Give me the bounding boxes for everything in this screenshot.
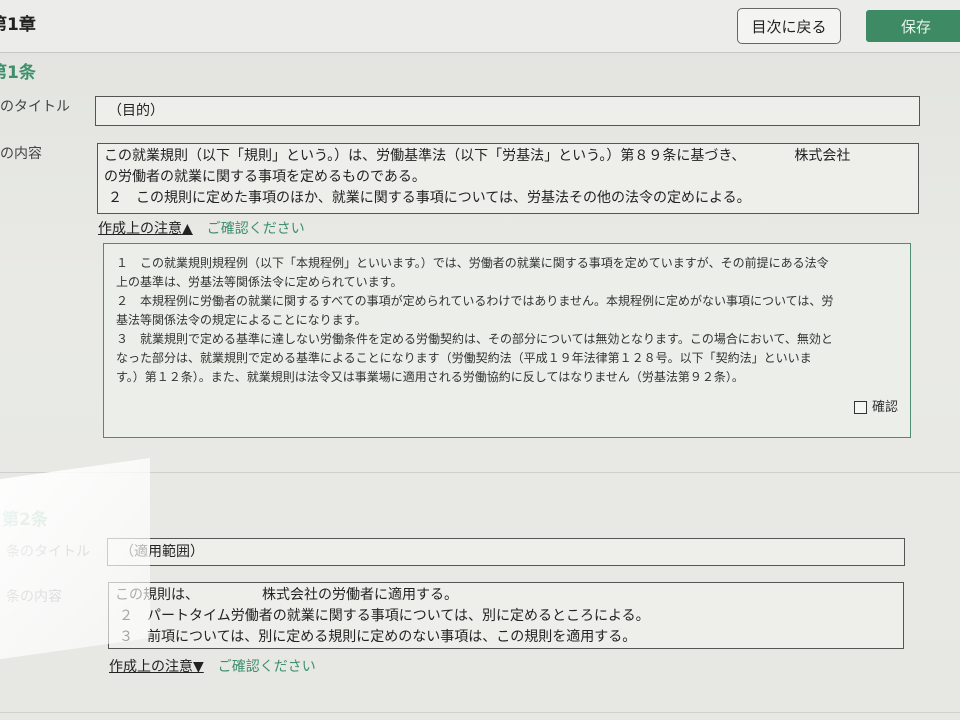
article-2-notes-toggle[interactable]: 作成上の注意▼ [109,656,204,676]
article-2-title-label: 条のタイトル [6,544,90,560]
back-to-toc-button[interactable]: 目次に戻る [737,8,841,44]
chapter-title: 第1章 [0,15,36,35]
article-1-content-line: ２ この規則に定めた事項のほか、就業に関する事項については、労基法その他の法令の… [108,190,751,206]
note-line: １ この就業規則規程例（以下「本規程例」といいます。）では、労働者の就業に関する… [116,256,829,270]
article-2-content-line: ２ パートタイム労働者の就業に関する事項については、別に定めるところによる。 [119,608,650,624]
article-1-content-input[interactable]: この就業規則（以下「規則」という。）は、労働基準法（以下「労基法」という。）第８… [97,143,919,214]
checkbox-icon[interactable] [853,401,867,414]
article-2-notes-row: 作成上の注意▼ ご確認ください [109,656,316,676]
section-divider [0,472,960,473]
article-1-content-line: この就業規則（以下「規則」という。）は、労働基準法（以下「労基法」という。）第８… [104,148,851,164]
article-1-content-line: の労働者の就業に関する事項を定めるものである。 [104,169,426,185]
note-line: ３ 就業規則で定める基準に達しない労働条件を定める労働契約は、その部分については… [116,332,833,346]
article-1-notes-toggle[interactable]: 作成上の注意▲ [98,218,193,238]
note-line: なった部分は、就業規則で定める基準によることになります（労働契約法（平成１９年法… [116,351,812,365]
article-2-notes-confirm-prompt: ご確認ください [217,659,316,675]
article-1-content-label: 条の内容 [0,146,42,162]
bottom-divider [0,712,960,713]
note-line: ２ 本規程例に労働者の就業に関するすべての事項が定められているわけではありません… [116,294,834,308]
confirm-checkbox-label: 確認 [871,400,898,415]
article-1-title-input[interactable]: （目的） [95,96,920,126]
article-2-heading: 第2条 [2,510,48,530]
note-line: す。）第１２条）。また、就業規則は法令又は事業場に適用される労働協約に反してはな… [116,370,744,384]
article-2-title-value: （適用範囲） [120,544,204,560]
article-2-content-label: 条の内容 [6,589,62,605]
article-2-content-line: この規則は、 株式会社の労働者に適用する。 [115,587,458,603]
article-1-title-label: 条のタイトル [0,99,70,115]
article-1-notes-row: 作成上の注意▲ ご確認ください [98,218,305,238]
article-1-confirm-checkbox[interactable]: 確認 [853,398,898,417]
article-1-heading: 第1条 [0,63,36,83]
article-2-title-input[interactable]: （適用範囲） [107,538,905,566]
save-button[interactable]: 保存 [866,10,960,42]
screen: 第1章 目次に戻る 保存 第1条 条のタイトル （目的） 条の内容 この就業規則… [0,0,960,720]
article-1-title-value: （目的） [108,103,164,119]
top-bar: 第1章 目次に戻る 保存 [0,0,960,53]
article-1-notes-panel: １ この就業規則規程例（以下「本規程例」といいます。）では、労働者の就業に関する… [103,243,911,438]
note-line: 上の基準は、労基法等関係法令に定められています。 [116,275,403,289]
note-line: 基法等関係法令の規定によることになります。 [116,313,367,327]
article-2-content-input[interactable]: この規則は、 株式会社の労働者に適用する。 ２ パートタイム労働者の就業に関する… [108,582,904,649]
article-1-notes-confirm-prompt: ご確認ください [206,221,305,237]
article-2-content-line: ３ 前項については、別に定める規則に定めのない事項は、この規則を適用する。 [119,629,637,645]
